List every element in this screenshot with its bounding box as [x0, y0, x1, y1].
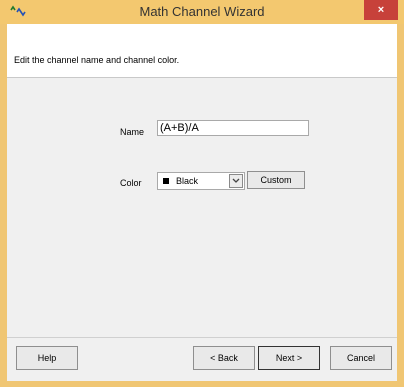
color-select-value: Black: [176, 176, 199, 186]
color-swatch: [163, 178, 169, 184]
color-label: Color: [120, 178, 142, 188]
name-input[interactable]: (A+B)/A: [157, 120, 309, 136]
client-area: Edit the channel name and channel color.…: [7, 24, 397, 381]
wizard-window: Math Channel Wizard × Edit the channel n…: [0, 0, 404, 387]
header-panel: Edit the channel name and channel color.: [7, 24, 397, 78]
footer-divider: [7, 337, 397, 338]
window-title: Math Channel Wizard: [139, 4, 265, 19]
chevron-down-icon[interactable]: [229, 174, 243, 188]
next-button[interactable]: Next >: [258, 346, 320, 370]
close-button[interactable]: ×: [364, 0, 398, 20]
back-button[interactable]: < Back: [193, 346, 255, 370]
cancel-button[interactable]: Cancel: [330, 346, 392, 370]
name-label: Name: [120, 127, 145, 137]
help-button[interactable]: Help: [16, 346, 78, 370]
custom-color-button[interactable]: Custom: [247, 171, 305, 189]
color-select[interactable]: Black: [157, 172, 245, 190]
instruction-text: Edit the channel name and channel color.: [14, 55, 180, 65]
title-bar[interactable]: Math Channel Wizard ×: [0, 0, 404, 24]
